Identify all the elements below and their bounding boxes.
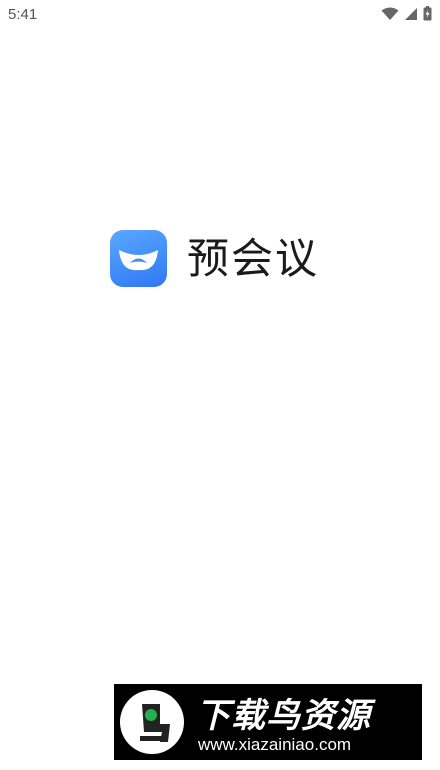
status-icons xyxy=(381,6,432,21)
wifi-icon xyxy=(381,7,399,21)
battery-icon xyxy=(423,6,432,21)
watermark-url: www.xiazainiao.com xyxy=(198,735,352,754)
status-time: 5:41 xyxy=(8,6,38,23)
splash-logo: 预会议 xyxy=(110,230,319,287)
cellular-signal-icon xyxy=(404,7,418,21)
watermark-banner: 下载鸟资源 www.xiazainiao.com xyxy=(114,684,422,760)
app-logo-icon xyxy=(110,230,167,287)
app-name: 预会议 xyxy=(187,234,320,283)
watermark-title: 下载鸟资源 xyxy=(196,696,371,736)
status-bar: 5:41 xyxy=(0,0,440,30)
splash-screen: 5:41 预会议 下载鸟资源 www.xiazainiao.com xyxy=(0,0,440,770)
bird-logo-icon xyxy=(120,690,184,754)
